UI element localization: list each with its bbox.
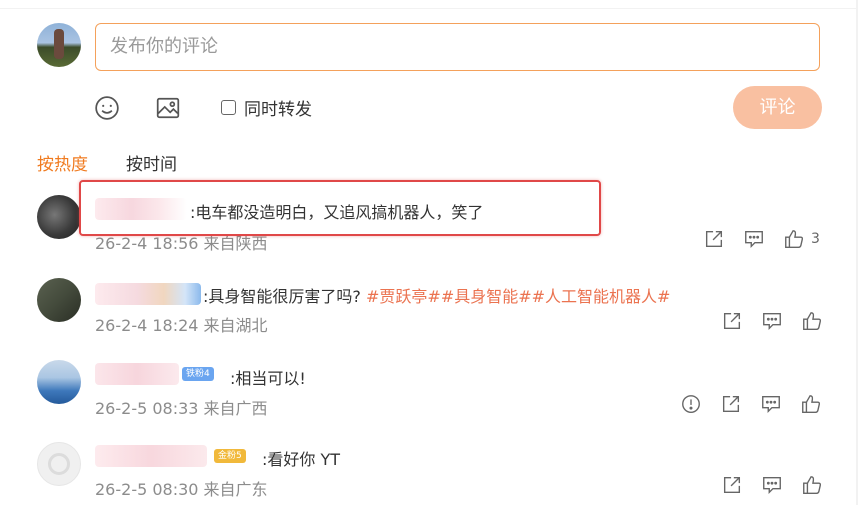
thumbs-up-icon[interactable] <box>801 310 823 332</box>
avatar[interactable] <box>37 360 81 404</box>
hashtag-link[interactable]: #人工智能机器人# <box>532 287 671 306</box>
comment-input[interactable]: 发布你的评论 <box>95 23 820 71</box>
avatar[interactable] <box>37 195 81 239</box>
avatar[interactable] <box>37 278 81 322</box>
repost-label: 同时转发 <box>244 99 312 120</box>
comment-item: :具身智能很厉害了吗? #贾跃亭##具身智能##人工智能机器人# 26-2-4 … <box>0 272 858 335</box>
hashtag-link[interactable]: #贾跃亭# <box>366 287 441 306</box>
username-blurred[interactable] <box>95 445 207 467</box>
tab-sort-time[interactable]: 按时间 <box>126 150 177 175</box>
comment-text: :具身智能很厉害了吗? #贾跃亭##具身智能##人工智能机器人# <box>203 283 670 307</box>
avatar-figure <box>54 29 64 59</box>
comment-item: 金粉5 :看好你 YT 26-2-5 08:30 来自广东 <box>0 437 858 499</box>
comment-icon[interactable] <box>743 228 765 250</box>
share-icon[interactable] <box>703 228 725 250</box>
comment-text: :相当可以! <box>230 369 306 388</box>
fan-badge: 金粉5 <box>214 449 246 463</box>
username-blurred[interactable] <box>95 363 179 385</box>
current-user-avatar[interactable] <box>37 23 81 67</box>
like-count: 3 <box>811 231 820 247</box>
sort-tabs: 按热度 按时间 <box>37 150 177 175</box>
comment-actions <box>680 393 822 415</box>
username-blurred[interactable] <box>95 283 201 305</box>
report-icon[interactable] <box>680 393 702 415</box>
comment-actions: 3 <box>703 228 820 250</box>
comment-meta: 26-2-4 18:24 来自湖北 <box>95 316 268 335</box>
thumbs-up-icon[interactable] <box>800 393 822 415</box>
comment-actions <box>721 474 823 496</box>
share-icon[interactable] <box>721 310 743 332</box>
hashtag-link[interactable]: #具身智能# <box>441 287 532 306</box>
comment-icon[interactable] <box>761 474 783 496</box>
divider <box>0 8 858 9</box>
default-avatar-shape <box>48 453 70 475</box>
tab-sort-hot[interactable]: 按热度 <box>37 150 88 175</box>
comment-meta: 26-2-5 08:33 来自广西 <box>95 399 268 418</box>
thumbs-up-icon[interactable] <box>783 228 805 250</box>
image-icon[interactable] <box>155 95 181 121</box>
thumbs-up-icon[interactable] <box>801 474 823 496</box>
repost-checkbox[interactable]: 同时转发 <box>221 96 312 120</box>
checkbox-box[interactable] <box>221 99 236 115</box>
share-icon[interactable] <box>721 474 743 496</box>
fan-badge: 铁粉4 <box>182 367 214 381</box>
comment-section: 发布你的评论 同时转发 评论 按热度 按时间 :电车都没造明白，又追风搞机器人，… <box>0 0 858 505</box>
comment-icon[interactable] <box>760 393 782 415</box>
comment-icon[interactable] <box>761 310 783 332</box>
comment-item: 铁粉4 :相当可以! 26-2-5 08:33 来自广西 <box>0 355 858 418</box>
submit-comment-button[interactable]: 评论 <box>733 86 822 129</box>
highlight-annotation <box>79 180 601 236</box>
comment-meta: 26-2-5 08:30 来自广东 <box>95 480 268 499</box>
comment-text: :看好你 YT <box>262 450 341 469</box>
comment-actions <box>721 310 823 332</box>
comment-body: :具身智能很厉害了吗? <box>203 287 366 306</box>
share-icon[interactable] <box>720 393 742 415</box>
avatar[interactable] <box>37 442 81 486</box>
emoji-icon[interactable] <box>94 95 120 121</box>
